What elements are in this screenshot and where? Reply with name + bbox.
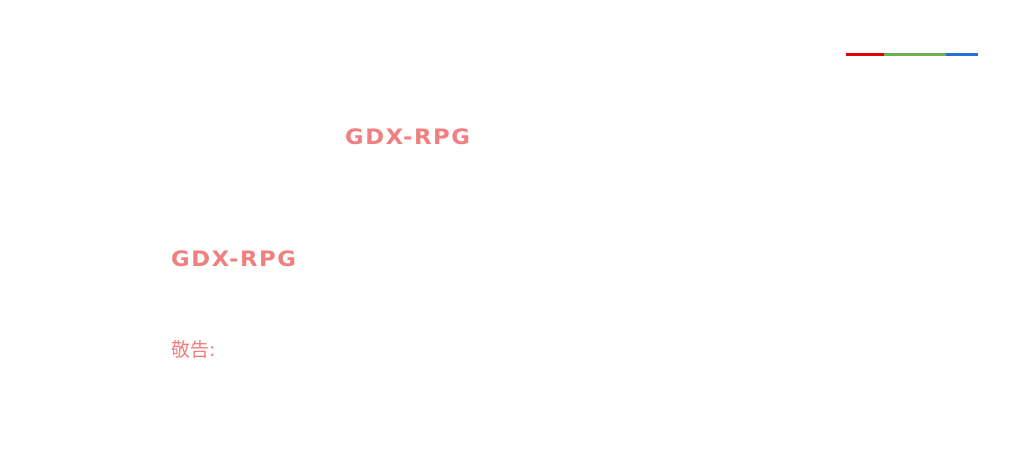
accent-bar-green-segment [884,53,946,56]
main-heading: GDX-RPG [171,247,298,271]
notice-label: 敬告: [171,339,216,361]
accent-bar-red-segment [846,53,884,56]
accent-bar-blue-segment [946,53,978,56]
header-title: GDX-RPG [345,125,472,149]
tricolor-accent-bar [846,53,978,56]
